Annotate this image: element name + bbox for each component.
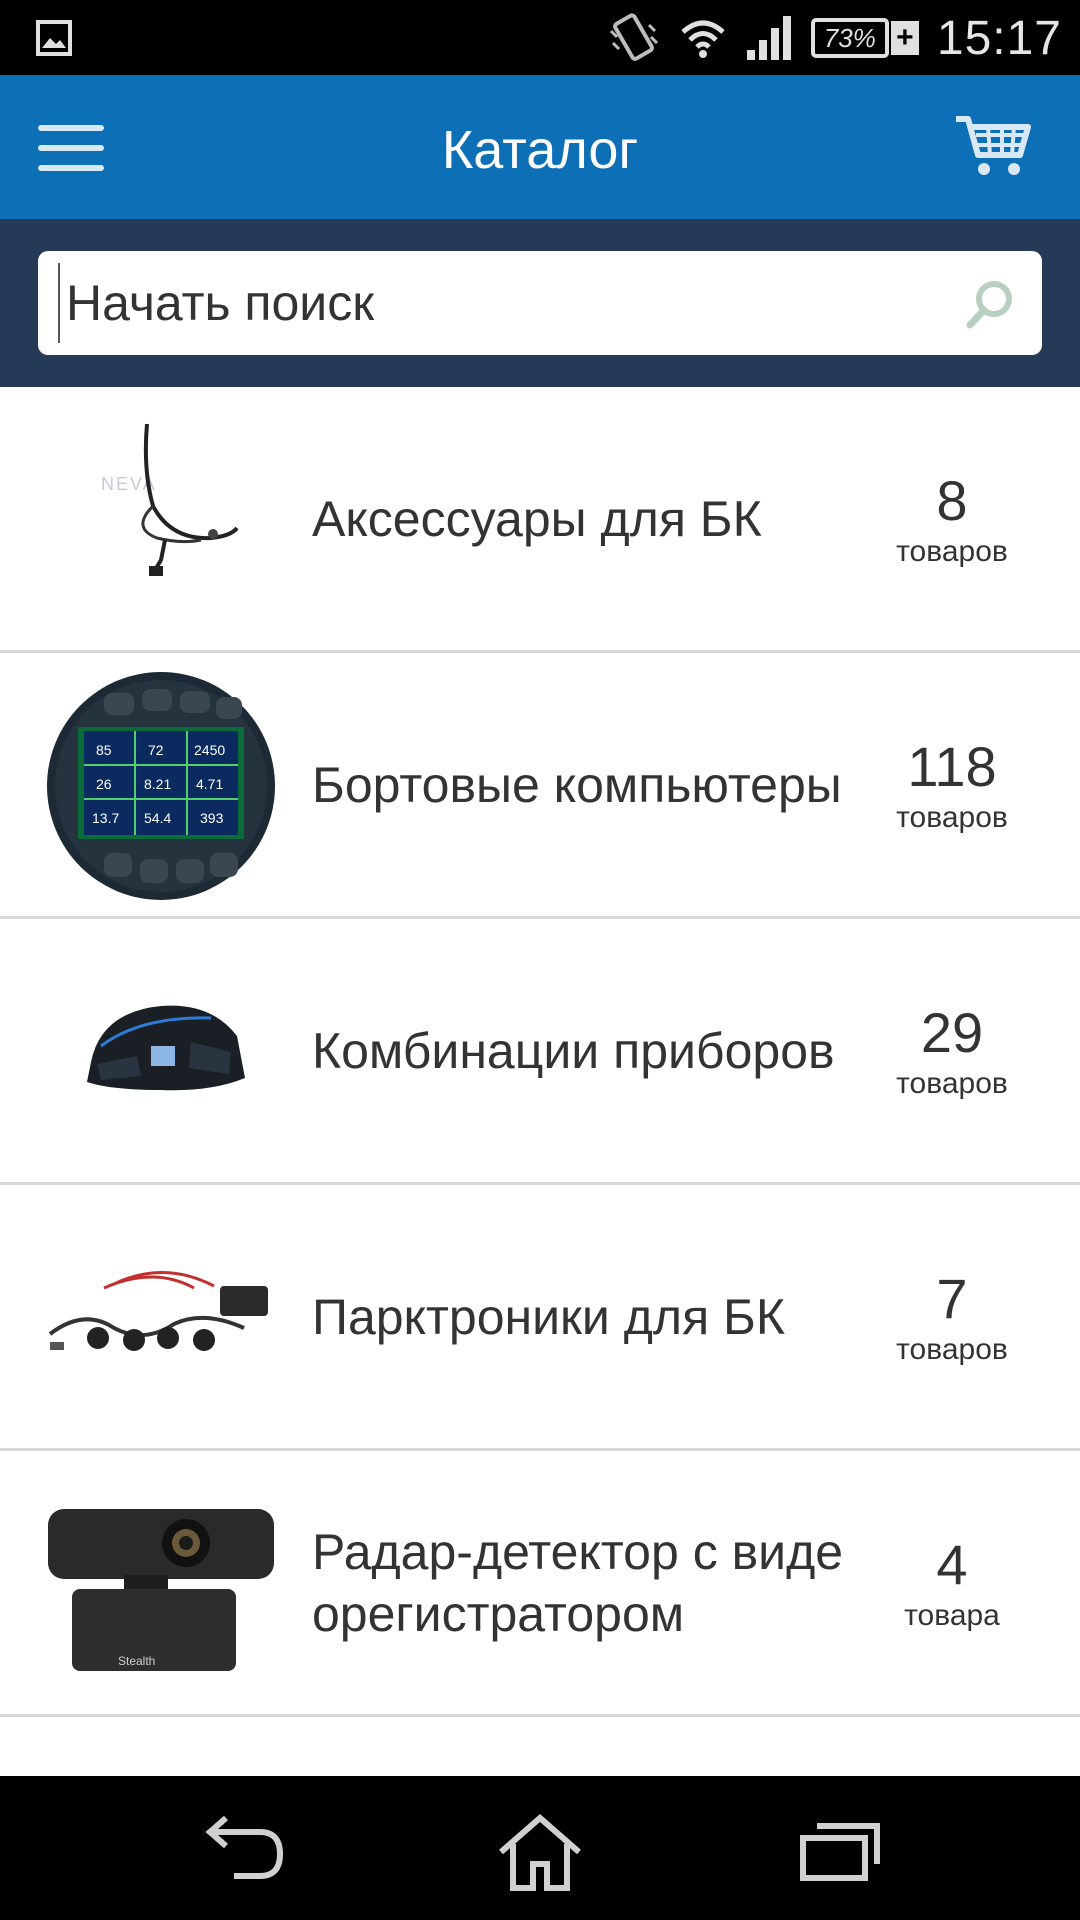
- category-name: Парктроники для БК: [312, 1288, 785, 1345]
- vibrate-icon: [609, 13, 658, 61]
- category-item-onboard-computers[interactable]: 85 72 2450 26 8.21 4.71 13.7 54.4 393 Бо…: [0, 653, 1080, 919]
- item-count-unit: товаров: [896, 1332, 1008, 1366]
- cart-icon[interactable]: [954, 111, 1032, 181]
- instrument-cluster-image: [87, 1005, 245, 1091]
- category-count: 4 товара: [868, 1532, 1036, 1634]
- category-count: 8 товаров: [868, 468, 1036, 570]
- app-bar: Каталог: [0, 75, 1080, 219]
- home-icon[interactable]: [495, 1812, 585, 1892]
- round-onboard-computer-image: 85 72 2450 26 8.21 4.71 13.7 54.4 393: [47, 672, 275, 900]
- category-image: Stealth: [44, 1474, 278, 1694]
- radar-dashcam-image: Stealth: [48, 1509, 274, 1671]
- item-count: 29: [920, 1000, 984, 1064]
- item-count-unit: товара: [904, 1598, 1000, 1632]
- headset-cable-image: NEVA: [101, 423, 239, 576]
- back-icon[interactable]: [200, 1812, 290, 1892]
- category-name: Бортовые компьютеры: [312, 756, 842, 813]
- category-count: 7 товаров: [868, 1266, 1036, 1368]
- category-item-instrument-clusters[interactable]: Комбинации приборов 29 товаров: [0, 919, 1080, 1185]
- svg-text:8.21: 8.21: [144, 776, 171, 792]
- item-count: 7: [936, 1266, 968, 1330]
- category-count: 29 товаров: [868, 1000, 1036, 1102]
- navigation-bar: [0, 1776, 1080, 1920]
- wifi-icon: [681, 20, 725, 58]
- search-box: [38, 251, 1042, 355]
- search-area: [0, 219, 1080, 387]
- page-title: Каталог: [441, 120, 639, 180]
- category-name: Комбинации приборов: [312, 1022, 835, 1079]
- svg-text:Stealth: Stealth: [118, 1654, 155, 1668]
- svg-text:4.71: 4.71: [196, 776, 223, 792]
- category-image: [44, 942, 278, 1162]
- svg-text:85: 85: [96, 742, 112, 758]
- svg-text:54.4: 54.4: [144, 810, 171, 826]
- category-item-radar-dashcam[interactable]: Stealth Радар-детектор с видеорегистрато…: [0, 1451, 1080, 1717]
- category-list: NEVA Аксессуары для БК 8 товаров 85 72 2…: [0, 387, 1080, 1717]
- status-icons: 73% + 15:17: [607, 8, 1062, 68]
- svg-text:393: 393: [200, 810, 224, 826]
- item-count: 4: [936, 1532, 968, 1596]
- item-count: 8: [936, 468, 968, 532]
- item-count-unit: товаров: [896, 1066, 1008, 1100]
- category-count: 118 товаров: [868, 734, 1036, 836]
- charging-indicator: +: [890, 21, 919, 55]
- svg-text:26: 26: [96, 776, 112, 792]
- battery-level: 73%: [810, 18, 889, 58]
- category-item-parking-sensors[interactable]: Парктроники для БК 7 товаров: [0, 1185, 1080, 1451]
- svg-text:13.7: 13.7: [92, 810, 119, 826]
- category-image: 85 72 2450 26 8.21 4.71 13.7 54.4 393: [44, 672, 278, 900]
- search-icon[interactable]: [964, 277, 1016, 329]
- clock: 15:17: [936, 11, 1062, 65]
- category-item-accessories[interactable]: NEVA Аксессуары для БК 8 товаров: [0, 387, 1080, 653]
- item-count: 118: [907, 734, 997, 798]
- signal-icon: [746, 16, 791, 60]
- search-input[interactable]: [58, 263, 938, 343]
- item-count-unit: товаров: [896, 534, 1008, 568]
- category-name: Радар-детектор с видеорегистратором: [312, 1523, 844, 1642]
- category-image: [44, 1208, 278, 1428]
- status-bar: 73% + 15:17: [0, 0, 1080, 75]
- svg-text:72: 72: [148, 742, 164, 758]
- category-name: Аксессуары для БК: [312, 490, 762, 547]
- recent-apps-icon[interactable]: [795, 1812, 885, 1892]
- parking-sensors-image: [48, 1271, 268, 1351]
- item-count-unit: товаров: [896, 800, 1008, 834]
- category-image: NEVA: [44, 410, 278, 630]
- svg-text:2450: 2450: [194, 742, 225, 758]
- gallery-icon: [36, 20, 72, 56]
- battery-icon: 73% +: [810, 15, 919, 61]
